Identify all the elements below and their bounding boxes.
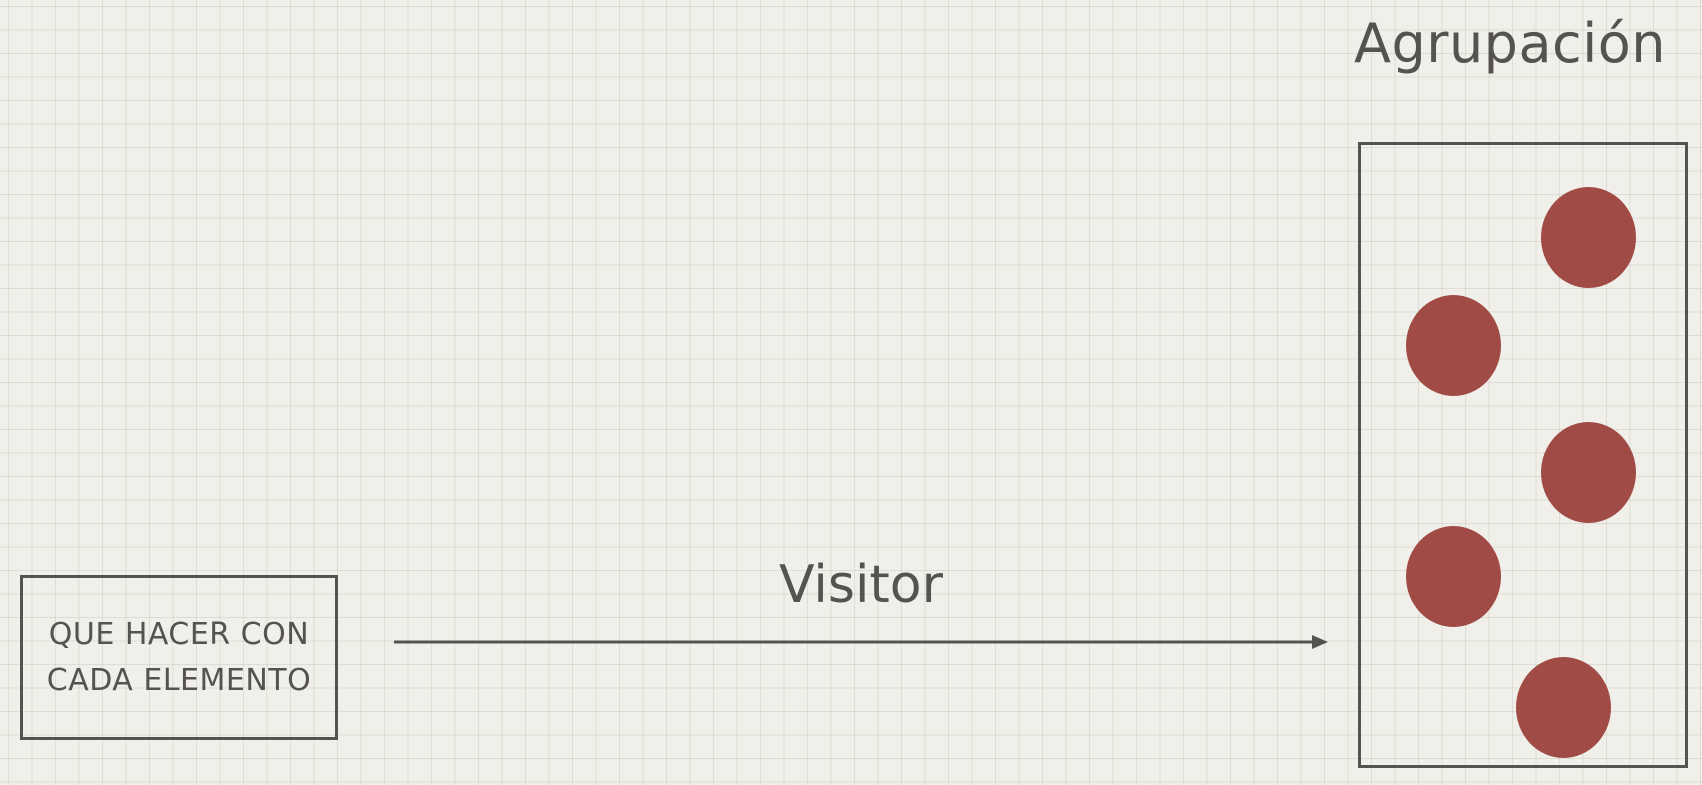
element-circle (1541, 187, 1636, 288)
element-circle (1406, 526, 1501, 627)
visitor-arrow (394, 635, 1328, 649)
element-circle (1406, 295, 1501, 396)
arrow-label: Visitor (779, 555, 943, 615)
grouping-box (1358, 142, 1688, 768)
element-circle (1541, 422, 1636, 523)
element-circle (1516, 657, 1611, 758)
action-box: QUE HACER CON CADA ELEMENTO (20, 575, 338, 740)
slide-title: Agrupación (1354, 12, 1666, 75)
action-label: QUE HACER CON CADA ELEMENTO (46, 616, 312, 698)
arrow-head (1312, 635, 1328, 649)
